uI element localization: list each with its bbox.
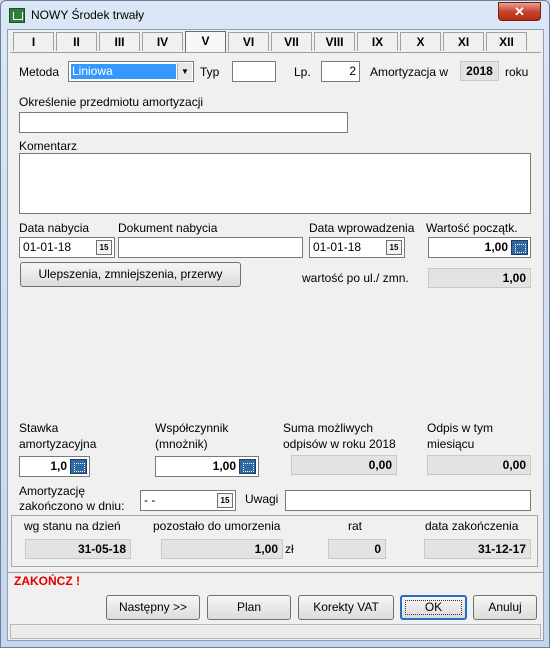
zakoncz-link[interactable]: ZAKOŃCZ !	[14, 574, 80, 588]
dokument-nabycia-label: Dokument nabycia	[118, 221, 218, 235]
calendar-icon[interactable]: 15	[217, 493, 233, 508]
okreslenie-label: Określenie przedmiotu amortyzacji	[19, 95, 204, 109]
data-nabycia-value: 01-01-18	[23, 240, 72, 254]
app-icon	[9, 8, 25, 23]
wartosc-poczatkowa-value: 1,00	[484, 240, 508, 254]
rat-value: 0	[328, 539, 386, 559]
dialog-client: I II III IV V VI VII VIII IX X XI XII Me…	[7, 29, 544, 641]
dokument-nabycia-field[interactable]	[118, 237, 303, 258]
metoda-combo[interactable]: Liniowa ▼	[68, 61, 194, 82]
month-tabstrip: I II III IV V VI VII VIII IX X XI XII	[13, 31, 540, 52]
window-title: NOWY Środek trwały	[31, 8, 145, 22]
data-zakonczenia-field[interactable]: - - 15	[140, 490, 236, 511]
wartosc-po-ul-value: 1,00	[428, 268, 531, 288]
korekty-vat-button[interactable]: Korekty VAT	[298, 595, 394, 620]
amortyzacja-label: Amortyzacja w	[370, 65, 449, 79]
metoda-value: Liniowa	[71, 64, 176, 79]
amortyzacje-label-2: zakończono w dniu:	[19, 499, 125, 513]
calendar-icon[interactable]: 15	[386, 240, 402, 255]
wspolczynnik-value: 1,00	[212, 459, 236, 473]
data-wprowadzenia-label: Data wprowadzenia	[309, 221, 415, 235]
odpis-miesiac-label-2: miesiącu	[427, 437, 475, 451]
stawka-label: Stawka	[19, 421, 59, 435]
tab-vii[interactable]: VII	[271, 32, 312, 51]
komentarz-textarea[interactable]	[19, 153, 531, 214]
title-bar[interactable]: NOWY Środek trwały ✕	[1, 1, 549, 29]
calculator-icon[interactable]	[239, 459, 256, 474]
wspolczynnik-field[interactable]: 1,00	[155, 456, 259, 477]
tab-i[interactable]: I	[13, 32, 54, 51]
pozostalo-label: pozostało do umorzenia	[153, 519, 281, 533]
chevron-down-icon[interactable]: ▼	[177, 63, 192, 80]
dialog-window: NOWY Środek trwały ✕ I II III IV V VI VI…	[0, 0, 550, 648]
odpis-miesiac-value: 0,00	[427, 455, 531, 475]
status-bar	[10, 624, 541, 639]
tab-vi[interactable]: VI	[228, 32, 269, 51]
calculator-icon[interactable]	[511, 240, 528, 255]
pozostalo-value: 1,00	[161, 539, 283, 559]
okreslenie-field[interactable]	[19, 112, 348, 133]
nastepny-button[interactable]: Następny >>	[106, 595, 200, 620]
data-nabycia-field[interactable]: 01-01-18 15	[19, 237, 115, 258]
metoda-label: Metoda	[19, 65, 60, 79]
stawka-field[interactable]: 1,0	[19, 456, 90, 477]
pozostalo-unit: zł	[285, 542, 294, 556]
amortyzacja-year: 2018	[460, 61, 499, 81]
komentarz-label: Komentarz	[19, 139, 78, 153]
uwagi-field[interactable]	[285, 490, 531, 511]
wg-stanu-value: 31-05-18	[25, 539, 131, 559]
wspolczynnik-label-2: (mnożnik)	[155, 437, 208, 451]
tab-x[interactable]: X	[400, 32, 441, 51]
tab-xi[interactable]: XI	[443, 32, 484, 51]
data-zakonczenia-value: 31-12-17	[424, 539, 531, 559]
data-zakonczenia-input-value: - -	[144, 493, 156, 507]
ulepszenia-button[interactable]: Ulepszenia, zmniejszenia, przerwy	[20, 262, 241, 287]
tab-viii[interactable]: VIII	[314, 32, 355, 51]
rat-label: rat	[348, 519, 363, 533]
data-nabycia-label: Data nabycia	[19, 221, 90, 235]
stawka-label-2: amortyzacyjna	[19, 437, 97, 451]
data-wprowadzenia-value: 01-01-18	[313, 240, 362, 254]
calendar-icon[interactable]: 15	[96, 240, 112, 255]
odpis-miesiac-label: Odpis w tym	[427, 421, 494, 435]
tab-xii[interactable]: XII	[486, 32, 527, 51]
plan-button[interactable]: Plan	[207, 595, 291, 620]
lp-label: Lp.	[294, 65, 311, 79]
tab-iii[interactable]: III	[99, 32, 140, 51]
anuluj-button[interactable]: Anuluj	[473, 595, 537, 620]
wspolczynnik-label: Współczynnik	[155, 421, 229, 435]
wg-stanu-label: wg stanu na dzień	[24, 519, 121, 533]
tab-v[interactable]: V	[185, 31, 226, 52]
tab-ii[interactable]: II	[56, 32, 97, 51]
tab-ix[interactable]: IX	[357, 32, 398, 51]
stawka-value: 1,0	[50, 459, 67, 473]
lp-field[interactable]: 2	[321, 61, 360, 82]
typ-field[interactable]	[232, 61, 276, 82]
suma-odpisow-label: Suma możliwych	[283, 421, 374, 435]
wartosc-poczatkowa-field[interactable]: 1,00	[428, 237, 531, 258]
wartosc-po-ul-label: wartość po ul./ zmn.	[302, 271, 409, 285]
ok-button[interactable]: OK	[400, 595, 467, 620]
close-button[interactable]: ✕	[498, 2, 541, 21]
typ-label: Typ	[200, 65, 220, 79]
uwagi-label: Uwagi	[245, 492, 279, 506]
data-zakonczenia-label: data zakończenia	[425, 519, 519, 533]
suma-odpisow-value: 0,00	[291, 455, 397, 475]
suma-odpisow-label-2: odpisów w roku 2018	[283, 437, 396, 451]
calculator-icon[interactable]	[70, 459, 87, 474]
divider	[8, 572, 543, 573]
roku-label: roku	[505, 65, 529, 79]
summary-group: wg stanu na dzień 31-05-18 pozostało do …	[11, 515, 538, 567]
data-wprowadzenia-field[interactable]: 01-01-18 15	[309, 237, 405, 258]
tab-iv[interactable]: IV	[142, 32, 183, 51]
amortyzacje-label: Amortyzację	[19, 484, 86, 498]
wartosc-poczatkowa-label: Wartość początk.	[426, 221, 518, 235]
